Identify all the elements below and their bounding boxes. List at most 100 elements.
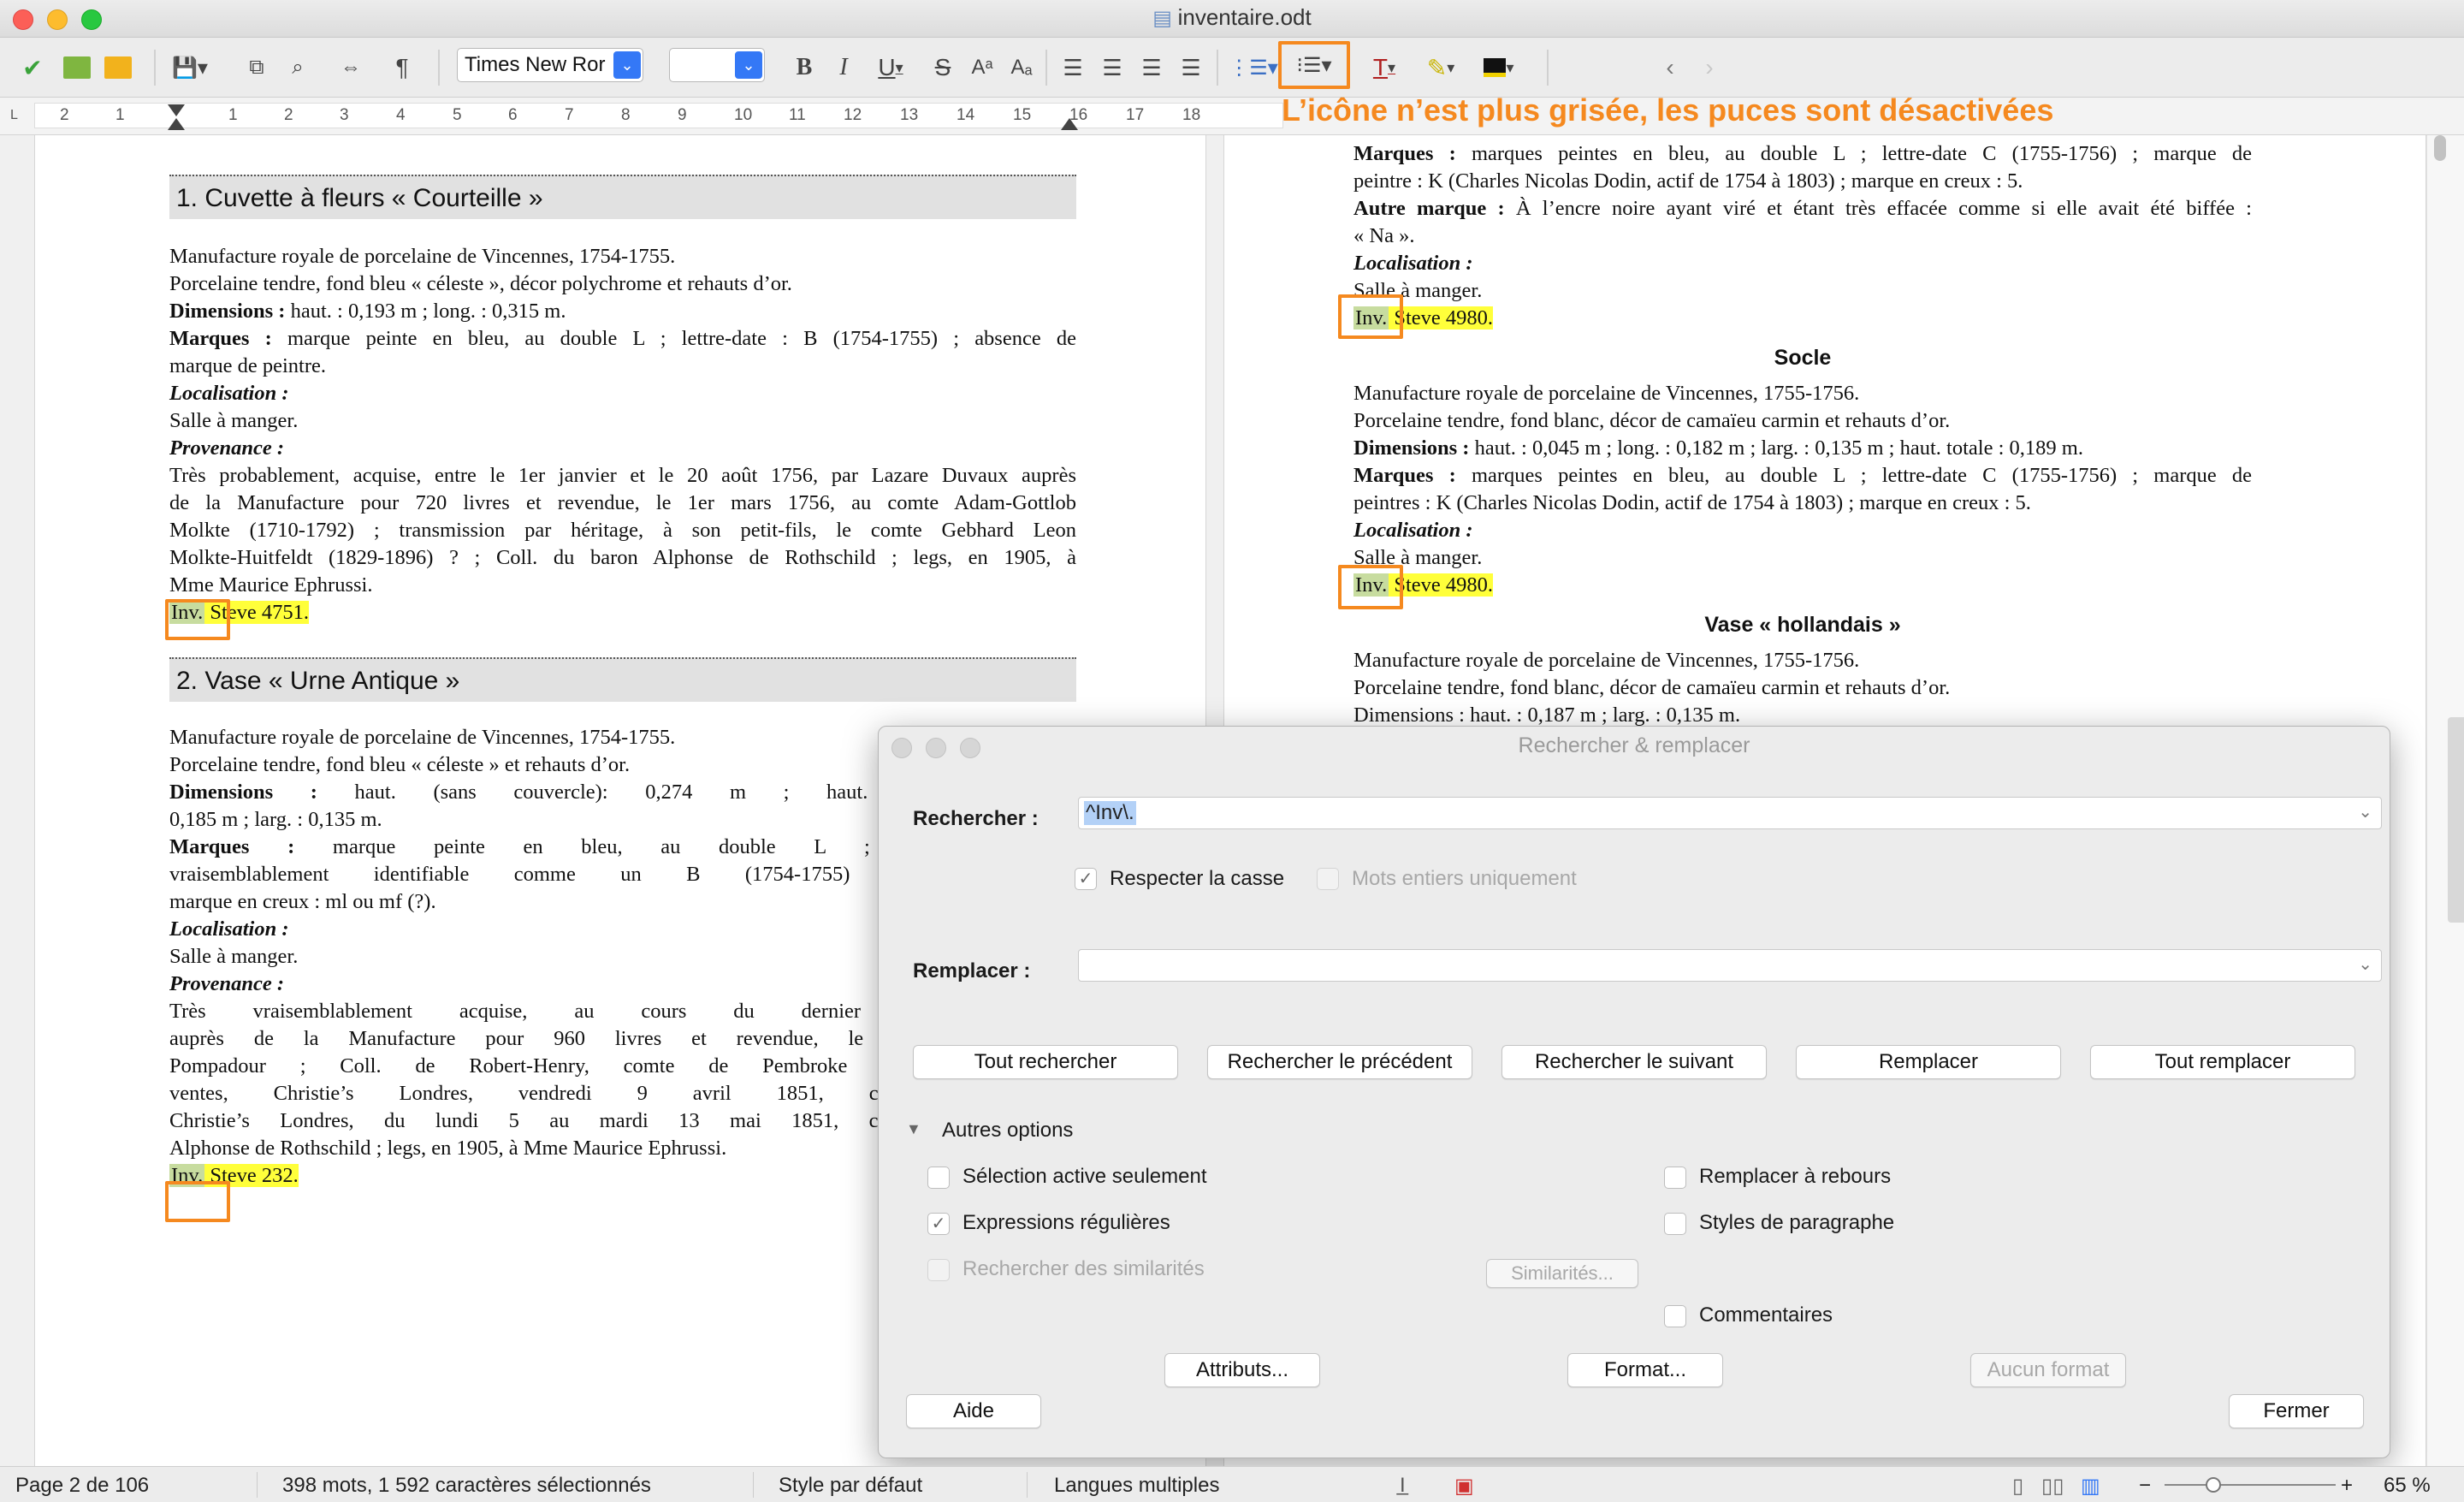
sidebar-handle[interactable]: [2448, 717, 2464, 923]
disclosure-triangle-icon[interactable]: ▼: [906, 1120, 921, 1138]
replace-button[interactable]: Remplacer: [1796, 1045, 2061, 1079]
bold-icon[interactable]: B: [789, 51, 820, 84]
document-modified-icon[interactable]: ▣: [1454, 1474, 1474, 1499]
justify-icon[interactable]: ☰: [1176, 51, 1206, 84]
paragraph-line: Molkte (1710-1792) ; transmission par hé…: [169, 519, 1076, 542]
indent-marker-icon[interactable]: [168, 118, 185, 130]
zoom-slider[interactable]: [2165, 1484, 2336, 1486]
heading-item-1: 1. Cuvette à fleurs « Courteille »: [169, 175, 1076, 219]
marks-line: Marques : marques peintes en bleu, au do…: [1353, 142, 2253, 165]
location-label: Localisation :: [169, 382, 289, 405]
divider: [257, 1472, 258, 1498]
superscript-icon[interactable]: Aᵃ: [965, 51, 999, 84]
vertical-scrollbar[interactable]: [2426, 135, 2464, 1466]
replace-input[interactable]: ⌄: [1078, 949, 2382, 982]
close-button[interactable]: Fermer: [2229, 1394, 2364, 1428]
zoom-in-icon[interactable]: +: [2341, 1474, 2353, 1498]
attributes-button[interactable]: Attributs...: [1164, 1353, 1320, 1387]
chevron-left-icon[interactable]: ‹: [1655, 51, 1685, 84]
save-icon[interactable]: 💾▾: [168, 51, 212, 84]
paragraph-line: Salle à manger.: [1353, 279, 1483, 302]
link-icon[interactable]: ⇔: [334, 51, 368, 84]
whole-words-checkbox[interactable]: [1317, 868, 1339, 890]
divider: [753, 1472, 754, 1498]
zoom-slider-thumb[interactable]: [2206, 1477, 2221, 1493]
paragraph-line: Manufacture royale de porcelaine de Vinc…: [169, 245, 676, 268]
align-right-icon[interactable]: ☰: [1136, 51, 1167, 84]
indent-marker-icon[interactable]: [168, 104, 185, 116]
page-style[interactable]: Style par défaut: [779, 1474, 922, 1498]
similarity-label: Rechercher des similarités: [962, 1257, 1205, 1280]
regex-checkbox[interactable]: ✓: [927, 1213, 950, 1235]
bullet-list-icon[interactable]: ⁝☰▾: [1278, 41, 1350, 89]
underline-icon[interactable]: U ▾: [868, 51, 914, 84]
inventory-line: Inv. Steve 4980.: [1353, 573, 1494, 597]
find-previous-button[interactable]: Rechercher le précédent: [1207, 1045, 1472, 1079]
edit-mode-icon[interactable]: [60, 51, 94, 84]
selection-only-checkbox[interactable]: [927, 1167, 950, 1189]
zoom-out-icon[interactable]: −: [2139, 1474, 2151, 1498]
align-center-icon[interactable]: ☰: [1097, 51, 1128, 84]
formatting-marks-icon[interactable]: ¶: [387, 51, 418, 84]
numbered-list-icon[interactable]: ⋮☰▾: [1229, 51, 1278, 84]
chevron-down-icon[interactable]: ⌄: [2358, 953, 2372, 975]
inventory-line: Inv. Steve 4980.: [1353, 306, 1494, 329]
no-format-button[interactable]: Aucun format: [1970, 1353, 2126, 1387]
italic-icon[interactable]: I: [828, 51, 859, 84]
book-view-icon[interactable]: ▥: [2081, 1474, 2100, 1499]
location-label: Localisation :: [1353, 519, 1473, 542]
ruler-tick-label: 2: [60, 106, 69, 124]
paragraph-styles-checkbox[interactable]: [1664, 1213, 1686, 1235]
chevron-down-icon[interactable]: ⌄: [2358, 801, 2372, 822]
search-label: Rechercher :: [913, 807, 1039, 830]
paragraph-line: Mme Maurice Ephrussi.: [169, 573, 373, 597]
other-options-toggle[interactable]: Autres options: [942, 1119, 1073, 1143]
chevron-right-icon[interactable]: ›: [1694, 51, 1725, 84]
spellcheck-icon[interactable]: ✔: [15, 51, 50, 84]
align-left-icon[interactable]: ☰: [1057, 51, 1088, 84]
strikethrough-icon[interactable]: S: [927, 51, 958, 84]
language[interactable]: Langues multiples: [1054, 1474, 1219, 1498]
format-button[interactable]: Format...: [1567, 1353, 1723, 1387]
match-case-checkbox[interactable]: ✓: [1075, 868, 1097, 890]
word-count[interactable]: 398 mots, 1 592 caractères sélectionnés: [282, 1474, 651, 1498]
search-input[interactable]: ^Inv\. ⌄: [1078, 797, 2382, 829]
copy-icon[interactable]: ⧉: [241, 51, 272, 84]
font-name-combo[interactable]: Times New Ror ⌄: [457, 48, 643, 82]
zoom-level[interactable]: 65 %: [2384, 1474, 2431, 1498]
single-page-view-icon[interactable]: ▯: [2012, 1474, 2023, 1499]
tab-stop-icon[interactable]: L: [10, 108, 18, 123]
comments-label: Commentaires: [1699, 1303, 1833, 1327]
similarities-button[interactable]: Similarités...: [1486, 1259, 1638, 1288]
ruler-scale: [34, 103, 1283, 128]
other-mark-line: Autre marque : À l’encre noire ayant vir…: [1353, 197, 2252, 220]
subscript-icon[interactable]: Aₐ: [1004, 51, 1039, 84]
chevron-down-icon[interactable]: ⌄: [613, 51, 641, 79]
replace-backwards-checkbox[interactable]: [1664, 1167, 1686, 1189]
selection-only-label: Sélection active seulement: [962, 1165, 1207, 1188]
find-all-button[interactable]: Tout rechercher: [913, 1045, 1178, 1079]
right-page-content[interactable]: Marques : marques peintes en bleu, au do…: [1353, 140, 2252, 729]
chevron-down-icon[interactable]: ⌄: [735, 51, 762, 79]
paragraph-background-icon[interactable]: ▾: [1473, 51, 1525, 84]
insert-mode-icon[interactable]: I̲: [1400, 1474, 1406, 1498]
find-next-button[interactable]: Rechercher le suivant: [1502, 1045, 1767, 1079]
find-icon[interactable]: ⌕: [282, 51, 313, 84]
ruler-tick-label: 11: [789, 106, 806, 124]
replace-all-button[interactable]: Tout remplacer: [2090, 1045, 2355, 1079]
similarity-checkbox[interactable]: [927, 1259, 950, 1281]
paragraph-line: Salle à manger.: [1353, 546, 1483, 569]
navigator-icon[interactable]: [101, 51, 135, 84]
font-size-combo[interactable]: ⌄: [669, 48, 765, 82]
horizontal-ruler[interactable]: L 2 1 1 2 3 4 5 6 7 8 9 10 11 12 13 14 15 16 17 18: [0, 98, 2464, 135]
comments-checkbox[interactable]: [1664, 1305, 1686, 1327]
help-button[interactable]: Aide: [906, 1394, 1041, 1428]
right-indent-marker-icon[interactable]: [1061, 118, 1078, 130]
page-count[interactable]: Page 2 de 106: [15, 1474, 149, 1498]
title-bar: ▤ inventaire.odt: [0, 0, 2464, 38]
multi-page-view-icon[interactable]: ▯▯: [2041, 1474, 2064, 1499]
highlight-icon[interactable]: ✎ ▾: [1417, 51, 1465, 84]
font-color-icon[interactable]: T ▾: [1360, 51, 1408, 84]
dimensions-line: Dimensions : haut. : 0,193 m ; long. : 0…: [169, 300, 566, 323]
scroll-thumb[interactable]: [2434, 135, 2446, 161]
